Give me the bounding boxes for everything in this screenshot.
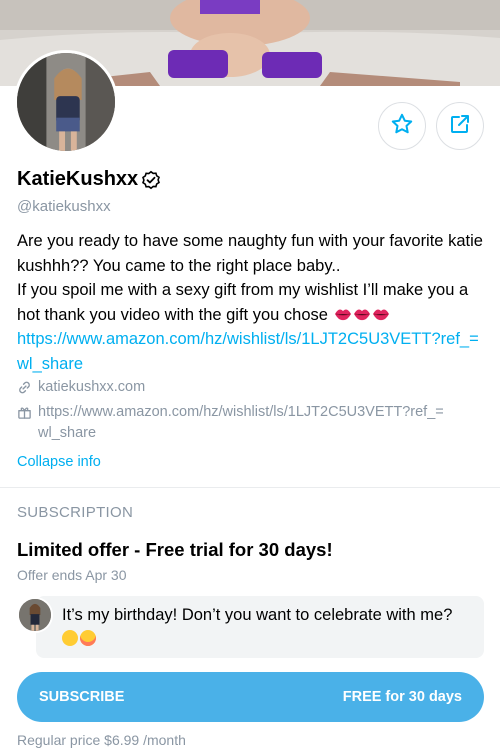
profile-name: KatieKushxx — [17, 168, 139, 190]
bio-line-text: If you spoil me with a sexy gift from my… — [17, 281, 469, 324]
profile-bio: Are you ready to have some naughty fun w… — [17, 229, 487, 376]
collapse-info-link[interactable]: Collapse info — [17, 454, 101, 470]
offer-title: Limited offer - Free trial for 30 days! — [17, 539, 333, 560]
divider — [0, 487, 500, 488]
profile-handle: @katiekushxx — [17, 198, 111, 215]
share-icon — [448, 112, 472, 141]
offer-message-bubble: It’s my birthday! Don’t you want to cele… — [36, 596, 484, 658]
subscription-section-title: SUBSCRIPTION — [17, 504, 134, 521]
message-avatar — [17, 597, 53, 633]
lips-emoji — [333, 306, 391, 324]
smiling-hearts-emoji — [62, 630, 78, 646]
subscribe-price: FREE for 30 days — [342, 689, 462, 705]
verified-badge-icon — [141, 170, 161, 190]
subscribe-button[interactable]: SUBSCRIBE FREE for 30 days — [17, 672, 484, 722]
partying-face-emoji — [80, 630, 96, 646]
offer-ends: Offer ends Apr 30 — [17, 567, 127, 583]
favorite-button[interactable] — [378, 102, 426, 150]
regular-price: Regular price $6.99 /month — [17, 732, 186, 748]
offer-message: It’s my birthday! Don’t you want to cele… — [62, 606, 453, 624]
bio-link[interactable]: https://www.amazon.com/hz/wishlist/ls/1L… — [17, 330, 479, 373]
wishlist-link[interactable]: https://www.amazon.com/hz/wishlist/ls/1L… — [38, 402, 447, 444]
subscribe-label: SUBSCRIBE — [39, 689, 125, 705]
website-link[interactable]: katiekushxx.com — [38, 377, 145, 398]
star-icon — [390, 112, 414, 141]
website-row[interactable]: katiekushxx.com — [17, 377, 145, 398]
share-button[interactable] — [436, 102, 484, 150]
profile-avatar[interactable] — [14, 50, 118, 154]
profile-name-row: KatieKushxx — [17, 168, 161, 191]
bio-line: Are you ready to have some naughty fun w… — [17, 232, 483, 275]
wishlist-row[interactable]: https://www.amazon.com/hz/wishlist/ls/1L… — [17, 402, 447, 444]
bio-line: If you spoil me with a sexy gift from my… — [17, 278, 487, 327]
